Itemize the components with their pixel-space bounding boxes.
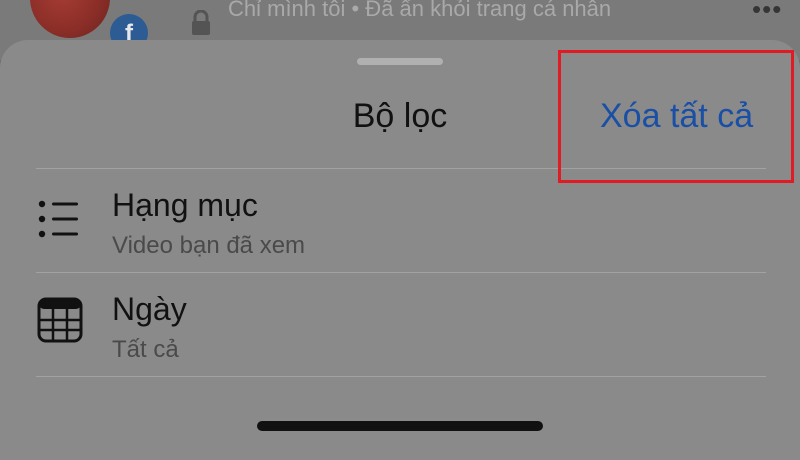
highlight-box — [558, 50, 794, 183]
filter-item-label: Hạng mục — [112, 187, 258, 223]
sheet-title: Bộ lọc — [352, 97, 448, 135]
lock-icon — [192, 10, 210, 35]
filter-item-date[interactable]: Ngày Tất cả — [0, 272, 800, 372]
filter-item-label: Ngày — [112, 291, 187, 327]
list-icon — [38, 200, 78, 238]
filter-item-category[interactable]: Hạng mục Video bạn đã xem — [0, 168, 800, 268]
row-divider — [36, 376, 766, 377]
home-indicator — [257, 421, 543, 431]
filter-item-value: Video bạn đã xem — [112, 232, 306, 259]
calendar-icon — [37, 297, 83, 343]
filter-item-value: Tất cả — [112, 336, 179, 363]
privacy-status-text: Chỉ mình tôi • Đã ẩn khỏi trang cá nhân — [228, 0, 612, 21]
sheet-grabber-handle[interactable] — [357, 58, 443, 65]
avatar — [30, 0, 110, 38]
more-options-icon[interactable]: ••• — [752, 0, 782, 25]
